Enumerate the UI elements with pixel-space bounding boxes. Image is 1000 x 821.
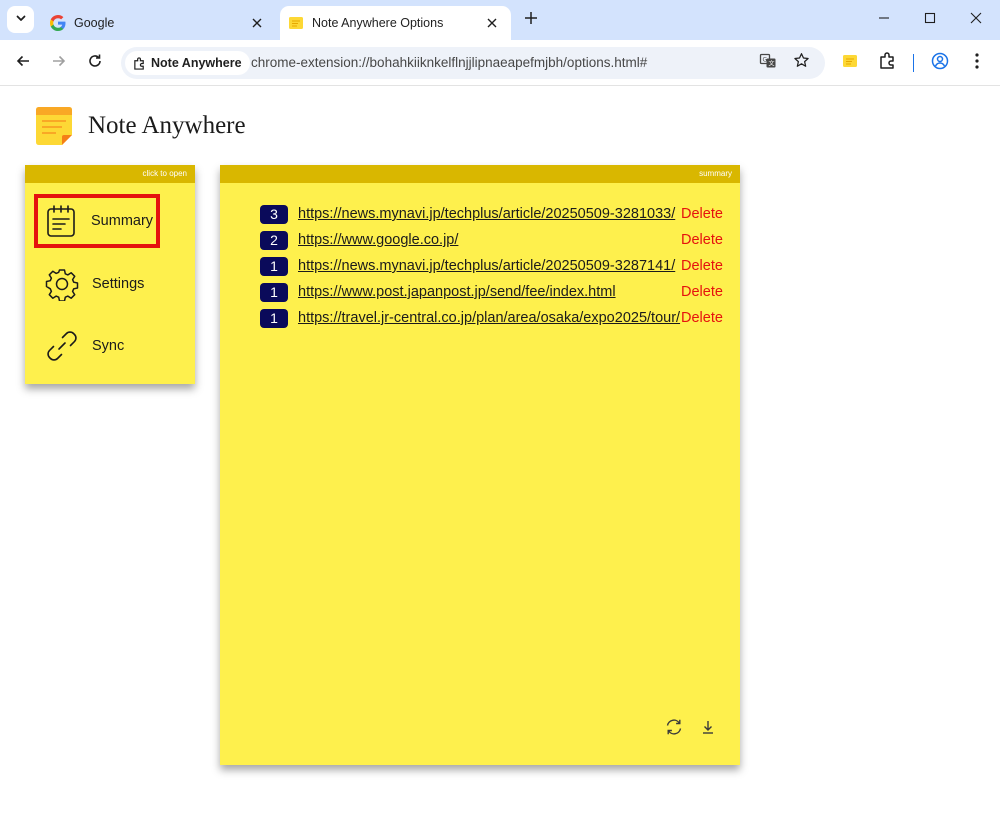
menu-item-label: Sync <box>92 338 125 354</box>
list-item: 1 https://news.mynavi.jp/techplus/articl… <box>260 253 730 279</box>
page-url-link[interactable]: https://news.mynavi.jp/techplus/article/… <box>298 206 681 222</box>
app-title: Note Anywhere <box>88 112 246 139</box>
maximize-button[interactable] <box>920 10 940 30</box>
refresh-icon <box>664 717 684 742</box>
download-icon <box>701 719 715 740</box>
minimize-button[interactable] <box>874 10 894 30</box>
page-url-link[interactable]: https://travel.jr-central.co.jp/plan/are… <box>298 310 681 326</box>
account-icon <box>931 52 949 75</box>
note-count-badge: 1 <box>260 308 288 328</box>
sticky-note-icon <box>288 15 304 31</box>
new-tab-button[interactable] <box>521 10 541 30</box>
tab-google[interactable]: Google <box>40 6 276 40</box>
svg-text:文: 文 <box>769 59 775 67</box>
translate-button[interactable]: G文 <box>758 53 778 73</box>
notepad-icon <box>42 202 80 240</box>
summary-panel: summary 3 https://news.mynavi.jp/techplu… <box>220 165 740 765</box>
note-anywhere-extension-button[interactable] <box>839 52 861 74</box>
app-header: Note Anywhere <box>33 105 246 147</box>
summary-panel-strip: summary <box>220 165 740 183</box>
menu-item-settings[interactable]: Settings <box>39 259 179 309</box>
arrow-right-icon <box>51 53 67 74</box>
menu-item-sync[interactable]: Sync <box>39 321 179 371</box>
tab-note-anywhere-options[interactable]: Note Anywhere Options <box>280 6 511 40</box>
reload-icon <box>87 53 103 74</box>
reload-button[interactable] <box>84 52 106 74</box>
menu-panel-strip[interactable]: click to open <box>25 165 195 183</box>
menu-item-label: Summary <box>91 213 154 229</box>
maximize-icon <box>924 11 936 29</box>
address-bar[interactable]: Note Anywhere chrome-extension://bohahki… <box>121 47 825 79</box>
list-item: 3 https://news.mynavi.jp/techplus/articl… <box>260 201 730 227</box>
delete-button[interactable]: Delete <box>681 206 723 222</box>
toolbar-separator <box>913 54 914 72</box>
note-count-badge: 2 <box>260 230 288 250</box>
sticky-note-logo-icon <box>33 105 75 147</box>
site-info-chip[interactable]: Note Anywhere <box>125 51 250 75</box>
arrow-left-icon <box>15 53 31 74</box>
tab-title: Note Anywhere Options <box>312 16 444 30</box>
profile-button[interactable] <box>929 52 951 74</box>
delete-button[interactable]: Delete <box>681 232 723 248</box>
kebab-menu-icon <box>974 52 980 75</box>
menu-item-summary[interactable]: Summary <box>34 194 160 248</box>
link-icon <box>43 327 81 365</box>
menu-item-label: Settings <box>92 276 145 292</box>
close-icon[interactable] <box>485 16 499 30</box>
list-item: 1 https://travel.jr-central.co.jp/plan/a… <box>260 305 730 331</box>
translate-icon: G文 <box>759 52 777 75</box>
tab-strip: Google Note Anywhere Options <box>0 0 1000 40</box>
browser-toolbar: Note Anywhere chrome-extension://bohahki… <box>0 40 1000 86</box>
note-count-badge: 3 <box>260 204 288 224</box>
puzzle-icon <box>133 56 146 70</box>
delete-button[interactable]: Delete <box>681 258 723 274</box>
list-item: 1 https://www.post.japanpost.jp/send/fee… <box>260 279 730 305</box>
tab-search-button[interactable] <box>7 6 34 33</box>
delete-button[interactable]: Delete <box>681 310 723 326</box>
close-icon[interactable] <box>250 16 264 30</box>
url-text: chrome-extension://bohahkiiknkelflnjjlip… <box>251 55 648 70</box>
puzzle-icon <box>878 51 896 75</box>
back-button[interactable] <box>12 52 34 74</box>
extensions-button[interactable] <box>876 51 898 75</box>
svg-text:G: G <box>763 56 768 63</box>
menu-button[interactable] <box>966 52 988 74</box>
note-count-badge: 1 <box>260 282 288 302</box>
bookmark-button[interactable] <box>791 53 811 73</box>
note-count-badge: 1 <box>260 256 288 276</box>
close-icon <box>970 11 982 29</box>
site-chip-label: Note Anywhere <box>151 56 242 70</box>
tab-title: Google <box>74 16 115 30</box>
google-icon <box>50 15 66 31</box>
menu-panel: click to open Summary Settings Sync <box>25 165 195 384</box>
sticky-note-icon <box>842 53 858 74</box>
plus-icon <box>524 11 538 30</box>
close-window-button[interactable] <box>966 10 986 30</box>
star-icon <box>793 52 810 74</box>
page-url-link[interactable]: https://news.mynavi.jp/techplus/article/… <box>298 258 681 274</box>
forward-button[interactable] <box>48 52 70 74</box>
chevron-down-icon <box>15 11 27 29</box>
page-url-link[interactable]: https://www.post.japanpost.jp/send/fee/i… <box>298 284 681 300</box>
minimize-icon <box>878 11 890 29</box>
refresh-button[interactable] <box>663 718 685 740</box>
summary-list: 3 https://news.mynavi.jp/techplus/articl… <box>260 201 730 331</box>
delete-button[interactable]: Delete <box>681 284 723 300</box>
page-url-link[interactable]: https://www.google.co.jp/ <box>298 232 681 248</box>
list-item: 2 https://www.google.co.jp/ Delete <box>260 227 730 253</box>
gear-icon <box>43 265 81 303</box>
download-button[interactable] <box>697 718 719 740</box>
